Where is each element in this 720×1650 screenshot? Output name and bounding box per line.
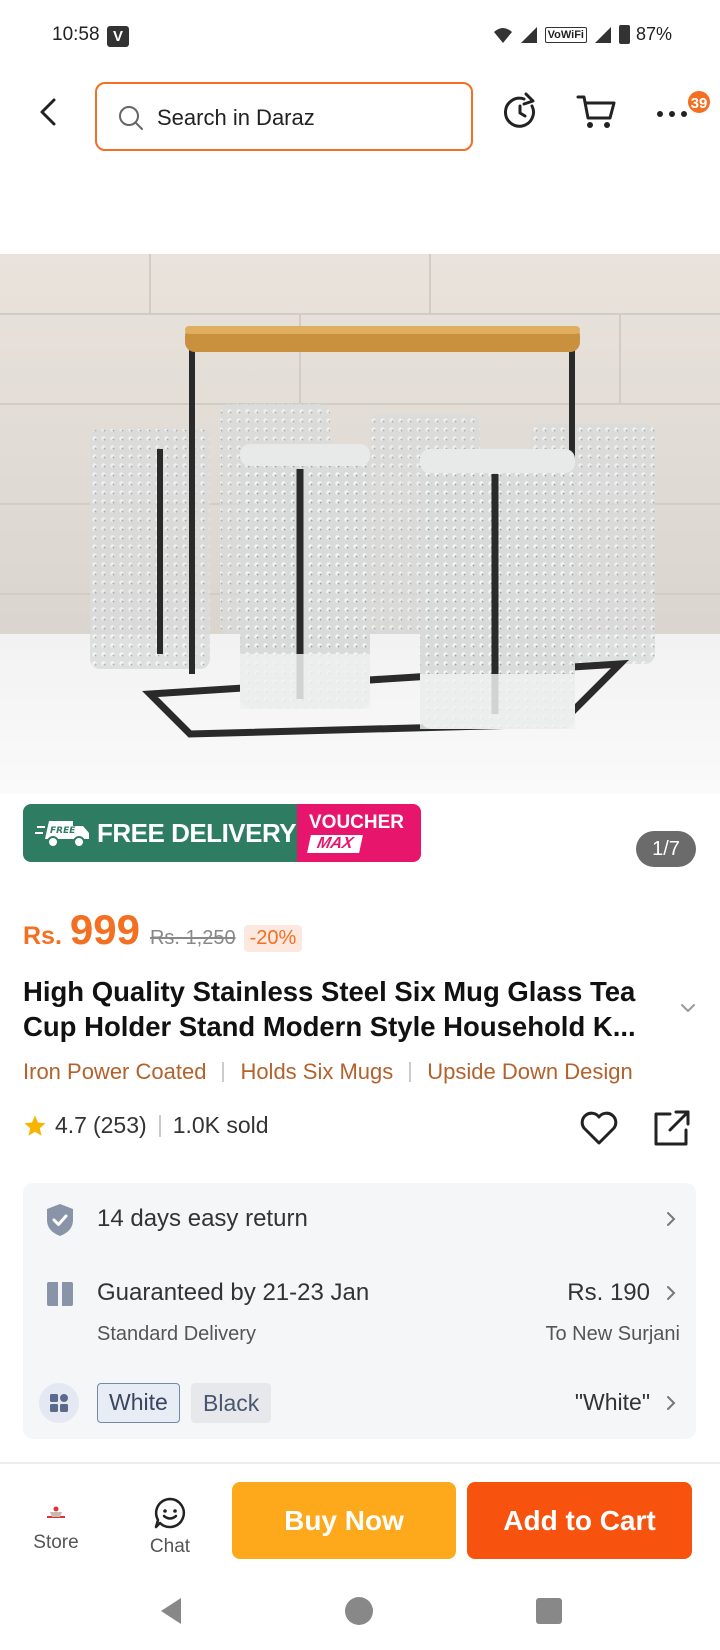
- price-row: Rs. 999 Rs. 1,250 -20%: [23, 906, 303, 954]
- chevron-right-icon: [667, 1212, 676, 1226]
- search-placeholder: Search in Daraz: [157, 105, 315, 130]
- service-info-panel: 14 days easy return Guaranteed by 21-23 …: [23, 1183, 696, 1439]
- divider: [409, 1062, 412, 1082]
- battery-icon: [618, 25, 630, 44]
- wifi-icon: [493, 27, 512, 43]
- return-policy-text: 14 days easy return: [97, 1205, 308, 1232]
- store-label: Store: [33, 1532, 79, 1553]
- sold-count: 1.0K sold: [172, 1112, 269, 1138]
- add-to-cart-button[interactable]: Add to Cart: [467, 1482, 692, 1559]
- free-delivery-badge: FREE FREE DELIVERY: [23, 804, 297, 862]
- delivery-type: Standard Delivery: [97, 1323, 256, 1345]
- back-arrow-icon[interactable]: [32, 94, 68, 130]
- package-icon: [47, 1282, 73, 1306]
- share-icon[interactable]: [652, 1108, 692, 1148]
- delivery-guarantee: Guaranteed by 21-23 Jan: [97, 1279, 370, 1306]
- original-price: Rs. 1,250: [149, 927, 236, 949]
- chat-button[interactable]: Chat: [134, 1496, 206, 1566]
- rating-row[interactable]: 4.7 (253) 1.0K sold: [23, 1112, 269, 1139]
- chevron-right-icon: [667, 1396, 676, 1410]
- delivery-location: To New Surjani: [545, 1323, 680, 1345]
- image-counter: 1/7: [636, 831, 696, 867]
- store-button[interactable]: Store: [20, 1496, 92, 1566]
- status-icons: VoWiFi 87%: [493, 24, 672, 45]
- shipping-fee: Rs. 190: [567, 1279, 650, 1306]
- shield-check-icon: [47, 1204, 73, 1236]
- signal-icon: [520, 26, 537, 43]
- return-policy-row[interactable]: 14 days easy return: [23, 1183, 696, 1253]
- search-input[interactable]: Search in Daraz: [95, 82, 473, 151]
- system-navigation-bar: [0, 1584, 720, 1650]
- chat-icon: [154, 1497, 186, 1529]
- discount-badge: -20%: [243, 925, 303, 952]
- feature-tags: Iron Power Coated Holds Six Mugs Upside …: [23, 1059, 633, 1085]
- nav-back-icon[interactable]: [157, 1596, 185, 1626]
- bottom-action-bar: Store Chat Buy Now Add to Cart: [0, 1474, 720, 1584]
- current-price: 999: [69, 906, 140, 953]
- vowifi-icon: VoWiFi: [544, 26, 587, 43]
- cart-icon[interactable]: [576, 92, 618, 132]
- divider: [222, 1062, 225, 1082]
- search-icon: [119, 106, 143, 130]
- voucher-max-label: MAX: [307, 835, 363, 853]
- top-header: Search in Daraz: [0, 72, 720, 162]
- nav-home-icon[interactable]: [345, 1597, 373, 1625]
- feature-tag: Upside Down Design: [427, 1059, 633, 1084]
- divider: [0, 1462, 720, 1464]
- chevron-right-icon: [667, 1286, 676, 1300]
- selected-variant[interactable]: "White": [575, 1389, 650, 1416]
- voucher-label: VOUCHER: [309, 812, 405, 833]
- free-delivery-label: FREE DELIVERY: [97, 817, 297, 848]
- wishlist-heart-icon[interactable]: [578, 1108, 620, 1148]
- chevron-down-icon[interactable]: [678, 998, 698, 1018]
- feature-tag: Iron Power Coated: [23, 1059, 207, 1084]
- product-image[interactable]: [0, 254, 720, 794]
- status-bar: 10:58 V VoWiFi 87%: [0, 0, 720, 72]
- signal-icon-2: [594, 26, 611, 43]
- feature-tag: Holds Six Mugs: [240, 1059, 394, 1084]
- promo-banner[interactable]: FREE FREE DELIVERY VOUCHER MAX: [23, 804, 421, 862]
- truck-free-text: FREE: [50, 826, 76, 836]
- v-app-icon: V: [107, 26, 129, 47]
- history-icon[interactable]: [500, 92, 540, 132]
- store-logo-icon: [47, 1506, 65, 1518]
- rating-value: 4.7: [55, 1112, 87, 1138]
- divider: [158, 1114, 161, 1137]
- variant-option-white[interactable]: White: [97, 1383, 180, 1423]
- star-icon: [24, 1115, 46, 1136]
- chat-label: Chat: [149, 1536, 191, 1557]
- product-title[interactable]: High Quality Stainless Steel Six Mug Gla…: [23, 974, 673, 1044]
- battery-level: 87%: [635, 24, 672, 44]
- voucher-max-badge: VOUCHER MAX: [297, 804, 421, 862]
- nav-recents-icon[interactable]: [536, 1598, 562, 1624]
- status-time: 10:58: [52, 24, 100, 45]
- delivery-truck-icon: FREE: [35, 821, 89, 848]
- price-currency: Rs.: [23, 922, 62, 950]
- variant-option-black[interactable]: Black: [191, 1383, 272, 1423]
- product-photo: [0, 254, 720, 794]
- buy-now-button[interactable]: Buy Now: [232, 1482, 456, 1559]
- color-variant-icon: [39, 1383, 79, 1423]
- notification-badge: 39: [686, 89, 712, 115]
- review-count: (253): [92, 1112, 147, 1138]
